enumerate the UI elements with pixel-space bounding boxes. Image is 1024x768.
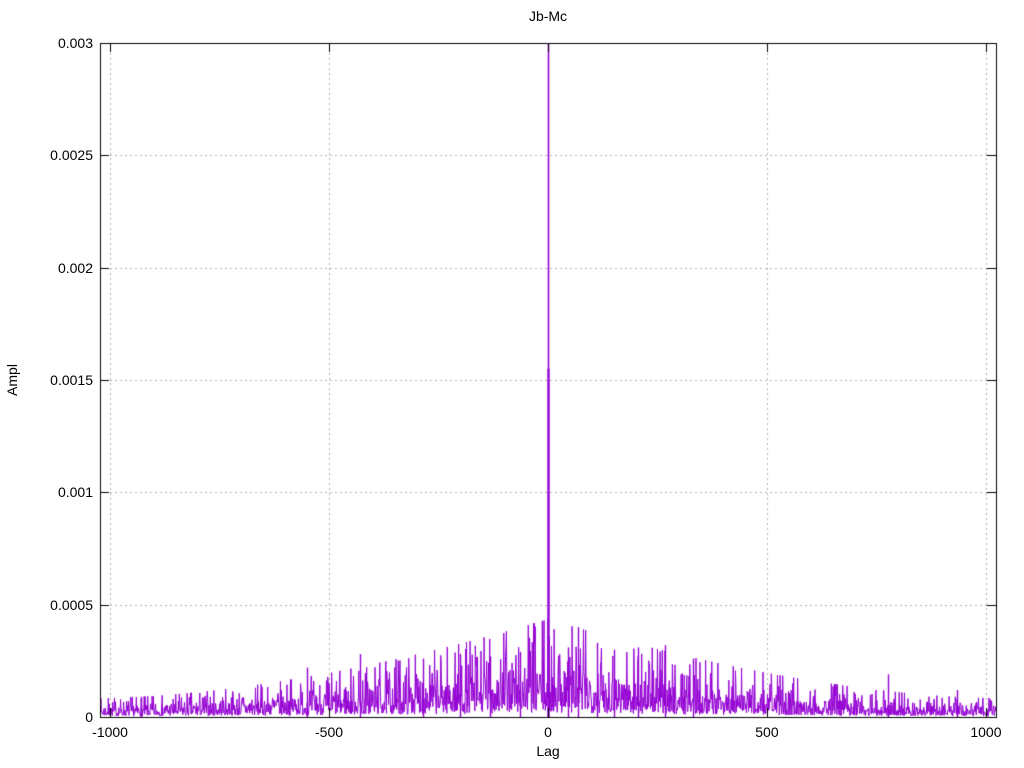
x-tick-label: 500 xyxy=(755,724,779,740)
x-tick-label: 1000 xyxy=(970,724,1002,740)
y-tick-label: 0 xyxy=(85,709,93,725)
y-tick-label: 0.0025 xyxy=(50,147,93,164)
correlation-chart: Jb-Mc Ampl Lag 0 0.0005 0.001 0.0015 0.002 0.… xyxy=(0,0,1024,768)
chart-title: Jb-Mc xyxy=(528,8,568,24)
y-tick-label: 0.001 xyxy=(57,484,93,501)
y-tick-label: 0.003 xyxy=(57,35,93,51)
x-axis-title: Lag xyxy=(536,743,560,759)
y-tick-label: 0.0005 xyxy=(50,596,93,613)
y-tick-label: 0.002 xyxy=(57,259,93,276)
y-tick-label: 0.0015 xyxy=(50,372,93,388)
x-tick-label: -500 xyxy=(315,724,344,740)
x-tick-label: -1000 xyxy=(92,724,128,740)
plot-area-canvas xyxy=(0,0,1024,768)
x-tick-label: 0 xyxy=(544,724,552,740)
